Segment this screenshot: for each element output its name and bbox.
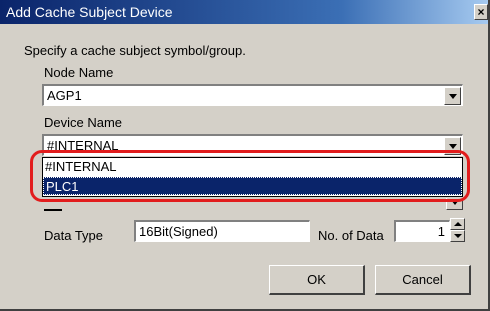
cancel-button[interactable]: Cancel (375, 265, 471, 295)
no-of-data-label: No. of Data (318, 228, 384, 243)
arrow-down-icon (454, 234, 462, 238)
data-type-label: Data Type (44, 228, 104, 243)
spin-down-button[interactable] (450, 230, 465, 242)
highlight-annotation (30, 150, 470, 202)
data-type-value: 16Bit(Signed) (139, 224, 218, 239)
title-bar[interactable]: Add Cache Subject Device × (0, 0, 488, 24)
close-button[interactable]: × (474, 4, 488, 20)
ok-button[interactable]: OK (269, 265, 365, 295)
window-title: Add Cache Subject Device (6, 4, 173, 20)
node-name-label: Node Name (44, 65, 114, 80)
data-type-field[interactable]: 16Bit(Signed) (134, 220, 310, 242)
node-name-dropdown[interactable]: AGP1 (42, 84, 463, 106)
chevron-down-icon (449, 144, 457, 149)
chevron-down-icon (449, 94, 457, 99)
device-name-label: Device Name (44, 115, 123, 130)
dialog-window: Add Cache Subject Device × Specify a cac… (0, 0, 490, 311)
instruction-text: Specify a cache subject symbol/group. (24, 43, 246, 58)
node-name-dropdown-button[interactable] (444, 87, 461, 105)
node-name-value: AGP1 (47, 88, 82, 103)
no-of-data-value: 1 (437, 224, 445, 239)
arrow-up-icon (454, 222, 462, 226)
spin-up-button[interactable] (450, 218, 465, 230)
no-of-data-spinner[interactable] (450, 218, 465, 242)
no-of-data-field[interactable]: 1 (394, 220, 450, 242)
